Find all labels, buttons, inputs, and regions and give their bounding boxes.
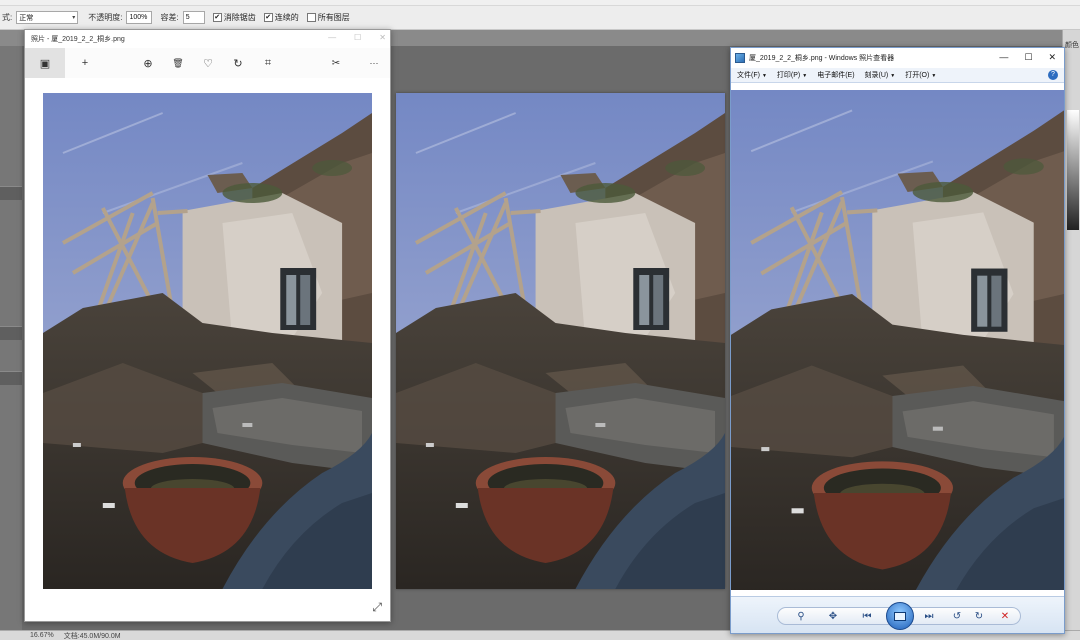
chevron-down-icon: ▾ — [72, 15, 76, 21]
rotate-clockwise-icon[interactable]: ↻ — [971, 608, 987, 624]
menu-burn[interactable]: 刻录(U) ▼ — [865, 70, 896, 80]
checkbox-checked-icon: ✔ — [212, 13, 222, 22]
favorite-icon[interactable]: ♡ — [198, 48, 218, 78]
photo-viewer-window: 厦_2019_2_2_桐乡.png - Windows 照片查看器 — ☐ ✕ … — [730, 47, 1065, 634]
slideshow-icon — [894, 611, 906, 621]
window-controls: — ☐ ✕ — [328, 33, 386, 42]
edit-create-icon[interactable]: ✂ — [325, 48, 347, 78]
menu-print[interactable]: 打印(P) ▼ — [777, 70, 807, 80]
photoshop-tools-panel — [0, 46, 22, 630]
opacity-input[interactable]: 100% — [126, 11, 153, 24]
document-info: 文档:45.0M/90.0M — [63, 632, 121, 640]
tolerance-input[interactable]: 5 — [182, 11, 205, 24]
ruined-house-photo — [43, 93, 372, 589]
tolerance-label: 容差: — [160, 13, 179, 22]
chevron-down-icon: ▼ — [931, 73, 937, 79]
menu-print-label: 打印(P) — [776, 72, 801, 79]
opacity-value: 100% — [129, 14, 148, 21]
menu-email-label: 电子邮件(E) — [817, 72, 855, 79]
viewer-menubar: 文件(F) ▼ 打印(P) ▼ 电子邮件(E) 刻录(U) ▼ 打开(O) ▼ ? — [731, 68, 1064, 83]
window-controls: — ☐ ✕ — [999, 52, 1056, 63]
next-icon[interactable]: ⏭ — [921, 608, 937, 624]
slideshow-button[interactable] — [886, 602, 914, 630]
actual-size-icon[interactable]: ✥ — [825, 608, 841, 624]
photos-displayed-image[interactable] — [43, 93, 372, 589]
menu-open[interactable]: 打开(O) ▼ — [905, 70, 936, 80]
color-gradient-swatch[interactable] — [1067, 110, 1079, 230]
expand-icon[interactable]: ⤢ — [372, 600, 382, 615]
minimize-icon[interactable]: — — [999, 52, 1008, 63]
tool-slot[interactable] — [0, 326, 22, 340]
zoom-readout[interactable]: 16.67% — [30, 632, 54, 639]
ruined-house-photo — [731, 90, 1064, 590]
checkbox-checked-icon: ✔ — [263, 13, 273, 22]
tolerance-value: 5 — [185, 14, 190, 21]
photos-app-window: 照片 - 厦_2019_2_2_桐乡.png — ☐ ✕ ▣ + ⊕ 🗑 ♡ ↻… — [24, 29, 391, 622]
more-icon[interactable]: ··· — [363, 48, 385, 78]
menu-open-label: 打开(O) — [905, 72, 930, 79]
photoshop-document-image[interactable] — [396, 93, 725, 589]
menu-email[interactable]: 电子邮件(E) — [817, 70, 854, 80]
viewer-controls-bar: ⚲ ✥ ⏮ ⏭ ↺ ↻ ✕ — [731, 596, 1064, 633]
menu-burn-label: 刻录(U) — [864, 72, 889, 79]
photoshop-options-bar: 式: 正常 ▾ 不透明度: 100% 容差: 5 ✔ 消除锯齿 ✔ 连续的 所有图… — [0, 6, 1080, 30]
mode-select[interactable]: 正常 ▾ — [16, 11, 79, 24]
contiguous-checkbox[interactable]: ✔ 连续的 — [263, 12, 299, 23]
zoom-icon[interactable]: ⊕ — [138, 48, 158, 78]
help-icon[interactable]: ? — [1048, 70, 1058, 80]
minimize-icon[interactable]: — — [328, 33, 336, 42]
all-layers-label: 所有图层 — [317, 13, 350, 22]
tool-slot[interactable] — [0, 186, 22, 200]
mode-label: 式: — [2, 13, 13, 22]
rotate-icon[interactable]: ↻ — [228, 48, 248, 78]
delete-icon[interactable]: ✕ — [997, 608, 1013, 624]
mode-value: 正常 — [19, 14, 34, 22]
photos-titlebar: 照片 - 厦_2019_2_2_桐乡.png — ☐ ✕ — [25, 30, 390, 48]
crop-icon[interactable]: ⌗ — [258, 48, 278, 78]
antialias-checkbox[interactable]: ✔ 消除锯齿 — [212, 12, 256, 23]
ruined-house-photo — [396, 93, 725, 589]
rotate-counterclockwise-icon[interactable]: ↺ — [949, 608, 965, 624]
menu-file-label: 文件(F) — [737, 72, 760, 79]
window-title: 厦_2019_2_2_桐乡.png - Windows 照片查看器 — [749, 55, 895, 62]
checkbox-unchecked-icon — [306, 13, 316, 22]
previous-icon[interactable]: ⏮ — [859, 608, 875, 624]
chevron-down-icon: ▼ — [761, 73, 767, 79]
delete-icon[interactable]: 🗑 — [168, 48, 188, 78]
add-icon[interactable]: + — [75, 48, 95, 78]
close-icon[interactable]: ✕ — [1048, 52, 1056, 63]
save-icon[interactable]: ▣ — [25, 48, 65, 78]
maximize-icon[interactable]: ☐ — [354, 33, 361, 42]
window-title: 照片 - 厦_2019_2_2_桐乡.png — [31, 36, 125, 43]
contiguous-label: 连续的 — [274, 13, 299, 22]
photo-viewer-app-icon — [735, 53, 745, 63]
color-panel-tab[interactable]: 颜色 — [1065, 40, 1079, 50]
close-icon[interactable]: ✕ — [379, 33, 386, 42]
zoom-icon[interactable]: ⚲ — [791, 608, 811, 624]
photos-toolbar: ▣ + ⊕ 🗑 ♡ ↻ ⌗ ✂ ··· — [25, 48, 390, 78]
antialias-label: 消除锯齿 — [223, 13, 256, 22]
maximize-icon[interactable]: ☐ — [1024, 52, 1032, 63]
opacity-label: 不透明度: — [88, 13, 123, 22]
chevron-down-icon: ▼ — [802, 73, 808, 79]
viewer-titlebar: 厦_2019_2_2_桐乡.png - Windows 照片查看器 — ☐ ✕ — [731, 48, 1064, 68]
menu-file[interactable]: 文件(F) ▼ — [737, 70, 767, 80]
all-layers-checkbox[interactable]: 所有图层 — [306, 12, 350, 23]
chevron-down-icon: ▼ — [890, 73, 896, 79]
tool-slot[interactable] — [0, 371, 22, 385]
viewer-displayed-image[interactable] — [731, 90, 1064, 590]
